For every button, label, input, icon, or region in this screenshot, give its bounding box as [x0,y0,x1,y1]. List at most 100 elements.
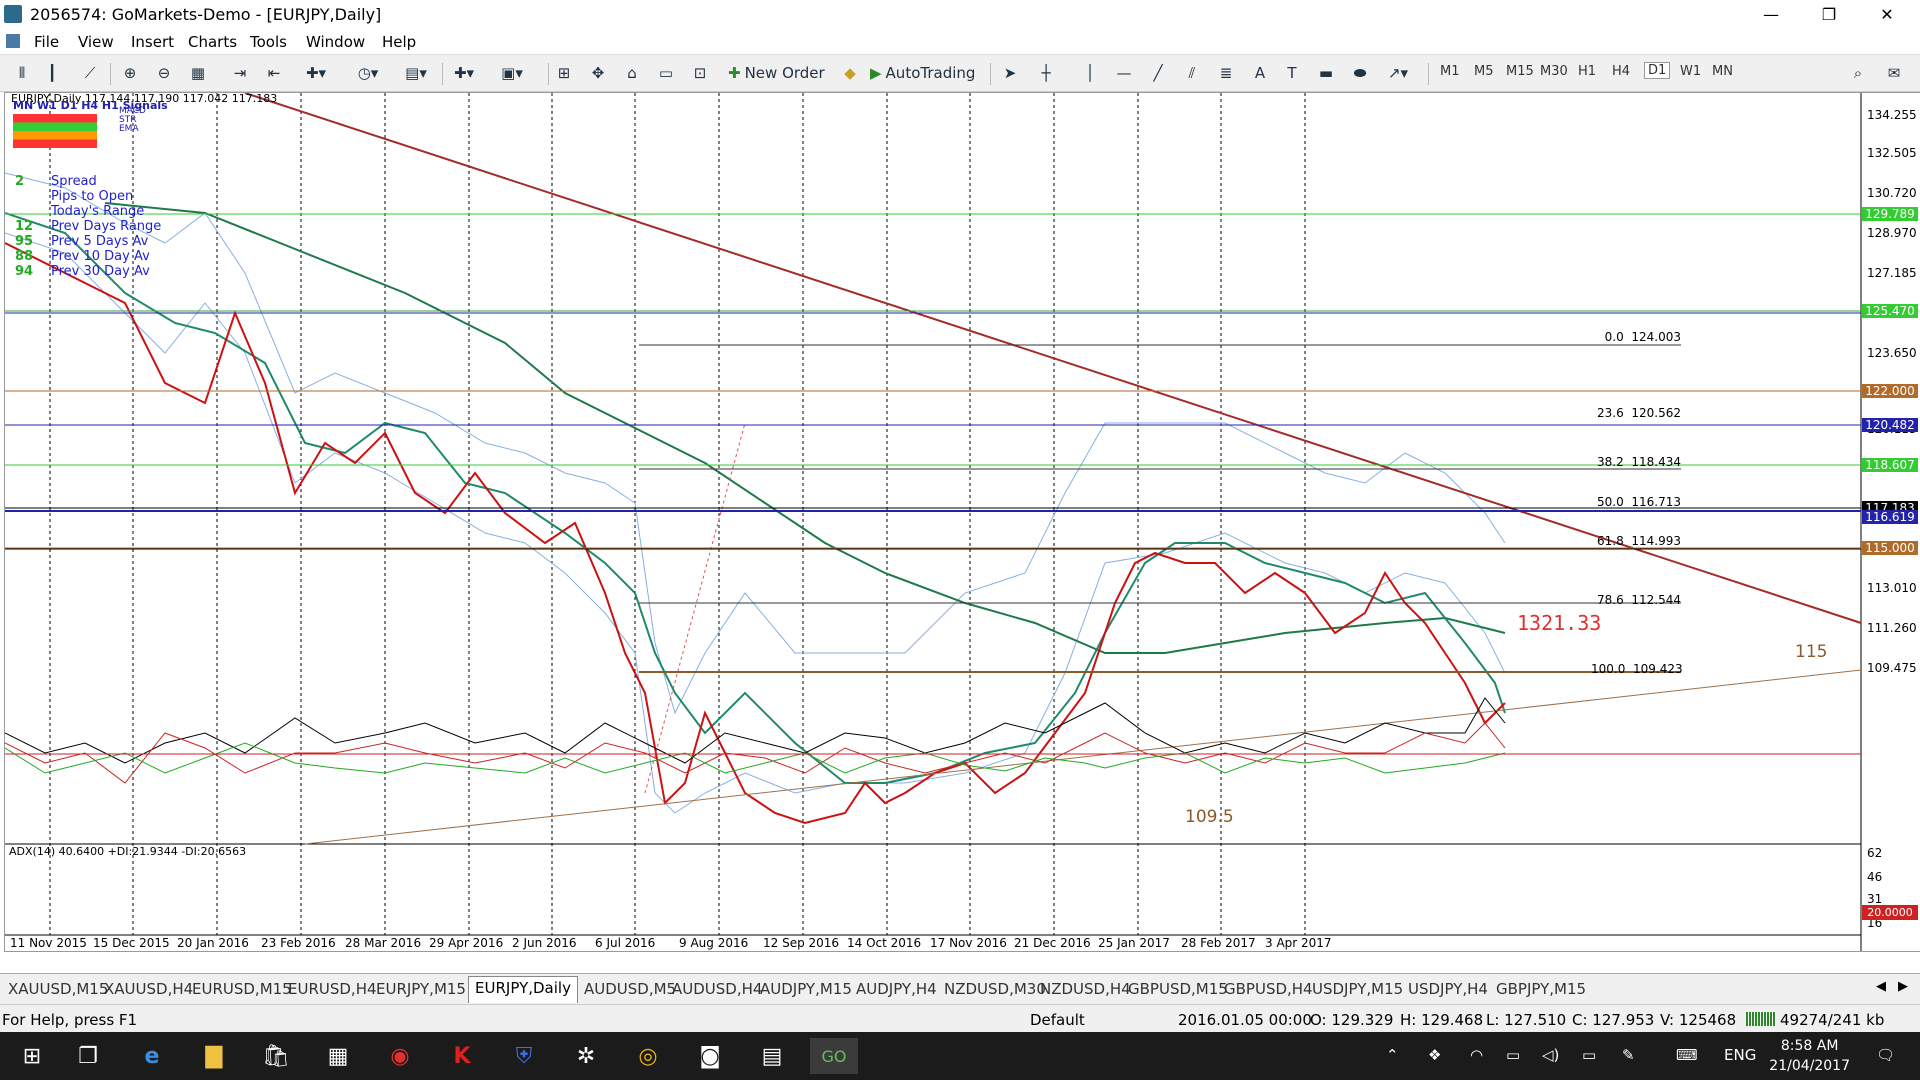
app-k-icon[interactable]: K [438,1038,486,1074]
tester-icon[interactable]: ⊡ [688,61,712,85]
menu-file[interactable]: File [34,33,59,51]
line-chart-icon[interactable]: ⟋ [78,61,102,85]
crosshair-icon[interactable]: ┼ [1034,61,1058,85]
market-watch-icon[interactable]: ⊞ [552,61,576,85]
ellipse-icon[interactable]: ⬬ [1348,61,1372,85]
cursor-icon[interactable]: ➤ [998,61,1022,85]
pen-icon[interactable]: ✎ [1622,1046,1635,1064]
start-icon[interactable]: ⊞ [8,1038,56,1074]
calculator-icon[interactable]: ▦ [314,1038,362,1074]
vertical-line-icon[interactable]: │ [1078,61,1102,85]
battery-icon[interactable]: ▭ [1582,1046,1596,1064]
minimize-button[interactable]: — [1748,0,1794,30]
store-icon[interactable]: 🛍 [252,1038,300,1074]
chart-tab[interactable]: USDJPY,M15 [1308,978,1403,1000]
data-window-icon[interactable]: ✥ [586,61,610,85]
connection-icon[interactable] [1746,1012,1776,1026]
text-icon[interactable]: A [1248,61,1272,85]
zoom-out-icon[interactable]: ⊖ [152,61,176,85]
new-chart-icon[interactable]: ✚▾ [452,61,476,85]
chart-tab[interactable]: XAUUSD,H4 [100,978,193,1000]
templates-icon[interactable]: ▤▾ [404,61,428,85]
gomarkets-icon[interactable]: GO [810,1038,858,1074]
chart-tab[interactable]: AUDUSD,H4 [668,978,762,1000]
tf-h1[interactable]: H1 [1578,64,1596,79]
chat-icon[interactable]: ✉ [1882,61,1906,85]
tf-m30[interactable]: M30 [1540,64,1568,79]
app-red-icon[interactable]: ◉ [376,1038,424,1074]
chart-window[interactable]: EURJPY,Daily 117.144 117.190 117.042 117… [4,92,1920,952]
autoscroll-icon[interactable]: ⇥ [228,61,252,85]
chart-tab[interactable]: AUDJPY,H4 [852,978,937,1000]
tf-m5[interactable]: M5 [1474,64,1494,79]
navigator-icon[interactable]: ⌂ [620,61,644,85]
network-icon[interactable]: ▭ [1506,1046,1520,1064]
edge-icon[interactable]: e [128,1038,176,1074]
chart-tab[interactable]: NZDUSD,M30 [940,978,1046,1000]
chart-tab[interactable]: GBPUSD,M15 [1124,978,1228,1000]
autotrading-button[interactable]: ▶ AutoTrading [870,61,975,85]
periods-icon[interactable]: ◷▾ [356,61,380,85]
chart-doc-icon[interactable] [6,34,20,48]
menu-help[interactable]: Help [382,33,416,51]
chart-tab[interactable]: XAUUSD,M15 [4,978,108,1000]
close-button[interactable]: ✕ [1864,0,1910,30]
tf-mn[interactable]: MN [1712,64,1733,79]
price-chart[interactable] [4,92,1920,951]
tf-h4[interactable]: H4 [1612,64,1630,79]
text-label-icon[interactable]: T [1280,61,1304,85]
maximize-button[interactable]: ❐ [1806,0,1852,30]
terminal-icon[interactable]: ▭ [654,61,678,85]
tab-scroll-right-icon[interactable]: ▶ [1898,979,1908,994]
chart-tab[interactable]: EURJPY,Daily [468,976,578,1003]
menu-insert[interactable]: Insert [131,33,174,51]
chart-tab[interactable]: AUDJPY,M15 [756,978,852,1000]
tile-windows-icon[interactable]: ▦ [186,61,210,85]
chart-tab[interactable]: EURUSD,H4 [284,978,377,1000]
tf-m1[interactable]: M1 [1440,64,1460,79]
clock[interactable]: 8:58 AM 21/04/2017 [1769,1036,1850,1076]
app-gear-icon[interactable]: ✲ [562,1038,610,1074]
new-order-button[interactable]: ✚ New Order [728,61,825,85]
trendline-icon[interactable]: ╱ [1146,61,1170,85]
language-indicator[interactable]: ENG [1724,1046,1756,1064]
camera-icon[interactable]: ◙ [686,1038,734,1074]
file-explorer-icon[interactable]: ▇ [190,1038,238,1074]
notifications-icon[interactable]: 🗨 [1876,1046,1895,1064]
candlestick-icon[interactable]: ┃ [40,61,64,85]
profiles-icon[interactable]: ▣▾ [500,61,524,85]
keyboard-icon[interactable]: ⌨ [1676,1046,1698,1064]
indicators-icon[interactable]: ✚▾ [304,61,328,85]
arrows-icon[interactable]: ↗▾ [1386,61,1410,85]
rectangle-icon[interactable]: ▬ [1314,61,1338,85]
search-icon[interactable]: ⌕ [1846,61,1870,85]
chrome-icon[interactable]: ◎ [624,1038,672,1074]
zoom-in-icon[interactable]: ⊕ [118,61,142,85]
chart-tab[interactable]: NZDUSD,H4 [1036,978,1131,1000]
chart-tab[interactable]: EURUSD,M15 [188,978,292,1000]
tf-m15[interactable]: M15 [1506,64,1534,79]
shield-icon[interactable]: ⛨ [500,1038,548,1074]
chart-shift-icon[interactable]: ⇤ [262,61,286,85]
volume-icon[interactable]: ◁) [1542,1046,1559,1064]
menu-window[interactable]: Window [306,33,365,51]
horizontal-line-icon[interactable]: — [1112,61,1136,85]
menu-view[interactable]: View [78,33,114,51]
chart-tab[interactable]: EURJPY,M15 [372,978,466,1000]
fibonacci-icon[interactable]: ≣ [1214,61,1238,85]
dropbox-icon[interactable]: ❖ [1428,1046,1441,1064]
tf-d1[interactable]: D1 [1644,62,1671,79]
tab-scroll-left-icon[interactable]: ◀ [1876,979,1886,994]
chart-tab[interactable]: GBPJPY,M15 [1492,978,1586,1000]
chart-tab[interactable]: AUDUSD,M5 [580,978,676,1000]
menu-charts[interactable]: Charts [188,33,237,51]
chart-tab[interactable]: USDJPY,H4 [1404,978,1488,1000]
wifi-icon[interactable]: ◠ [1470,1046,1483,1064]
chart-tab[interactable]: GBPUSD,H4 [1220,978,1313,1000]
channel-icon[interactable]: ⫽ [1180,61,1204,85]
app-window-icon[interactable]: ▤ [748,1038,796,1074]
tf-w1[interactable]: W1 [1680,64,1701,79]
metaeditor-icon[interactable]: ◆ [838,61,862,85]
tray-up-icon[interactable]: ⌃ [1386,1046,1399,1064]
menu-tools[interactable]: Tools [250,33,287,51]
